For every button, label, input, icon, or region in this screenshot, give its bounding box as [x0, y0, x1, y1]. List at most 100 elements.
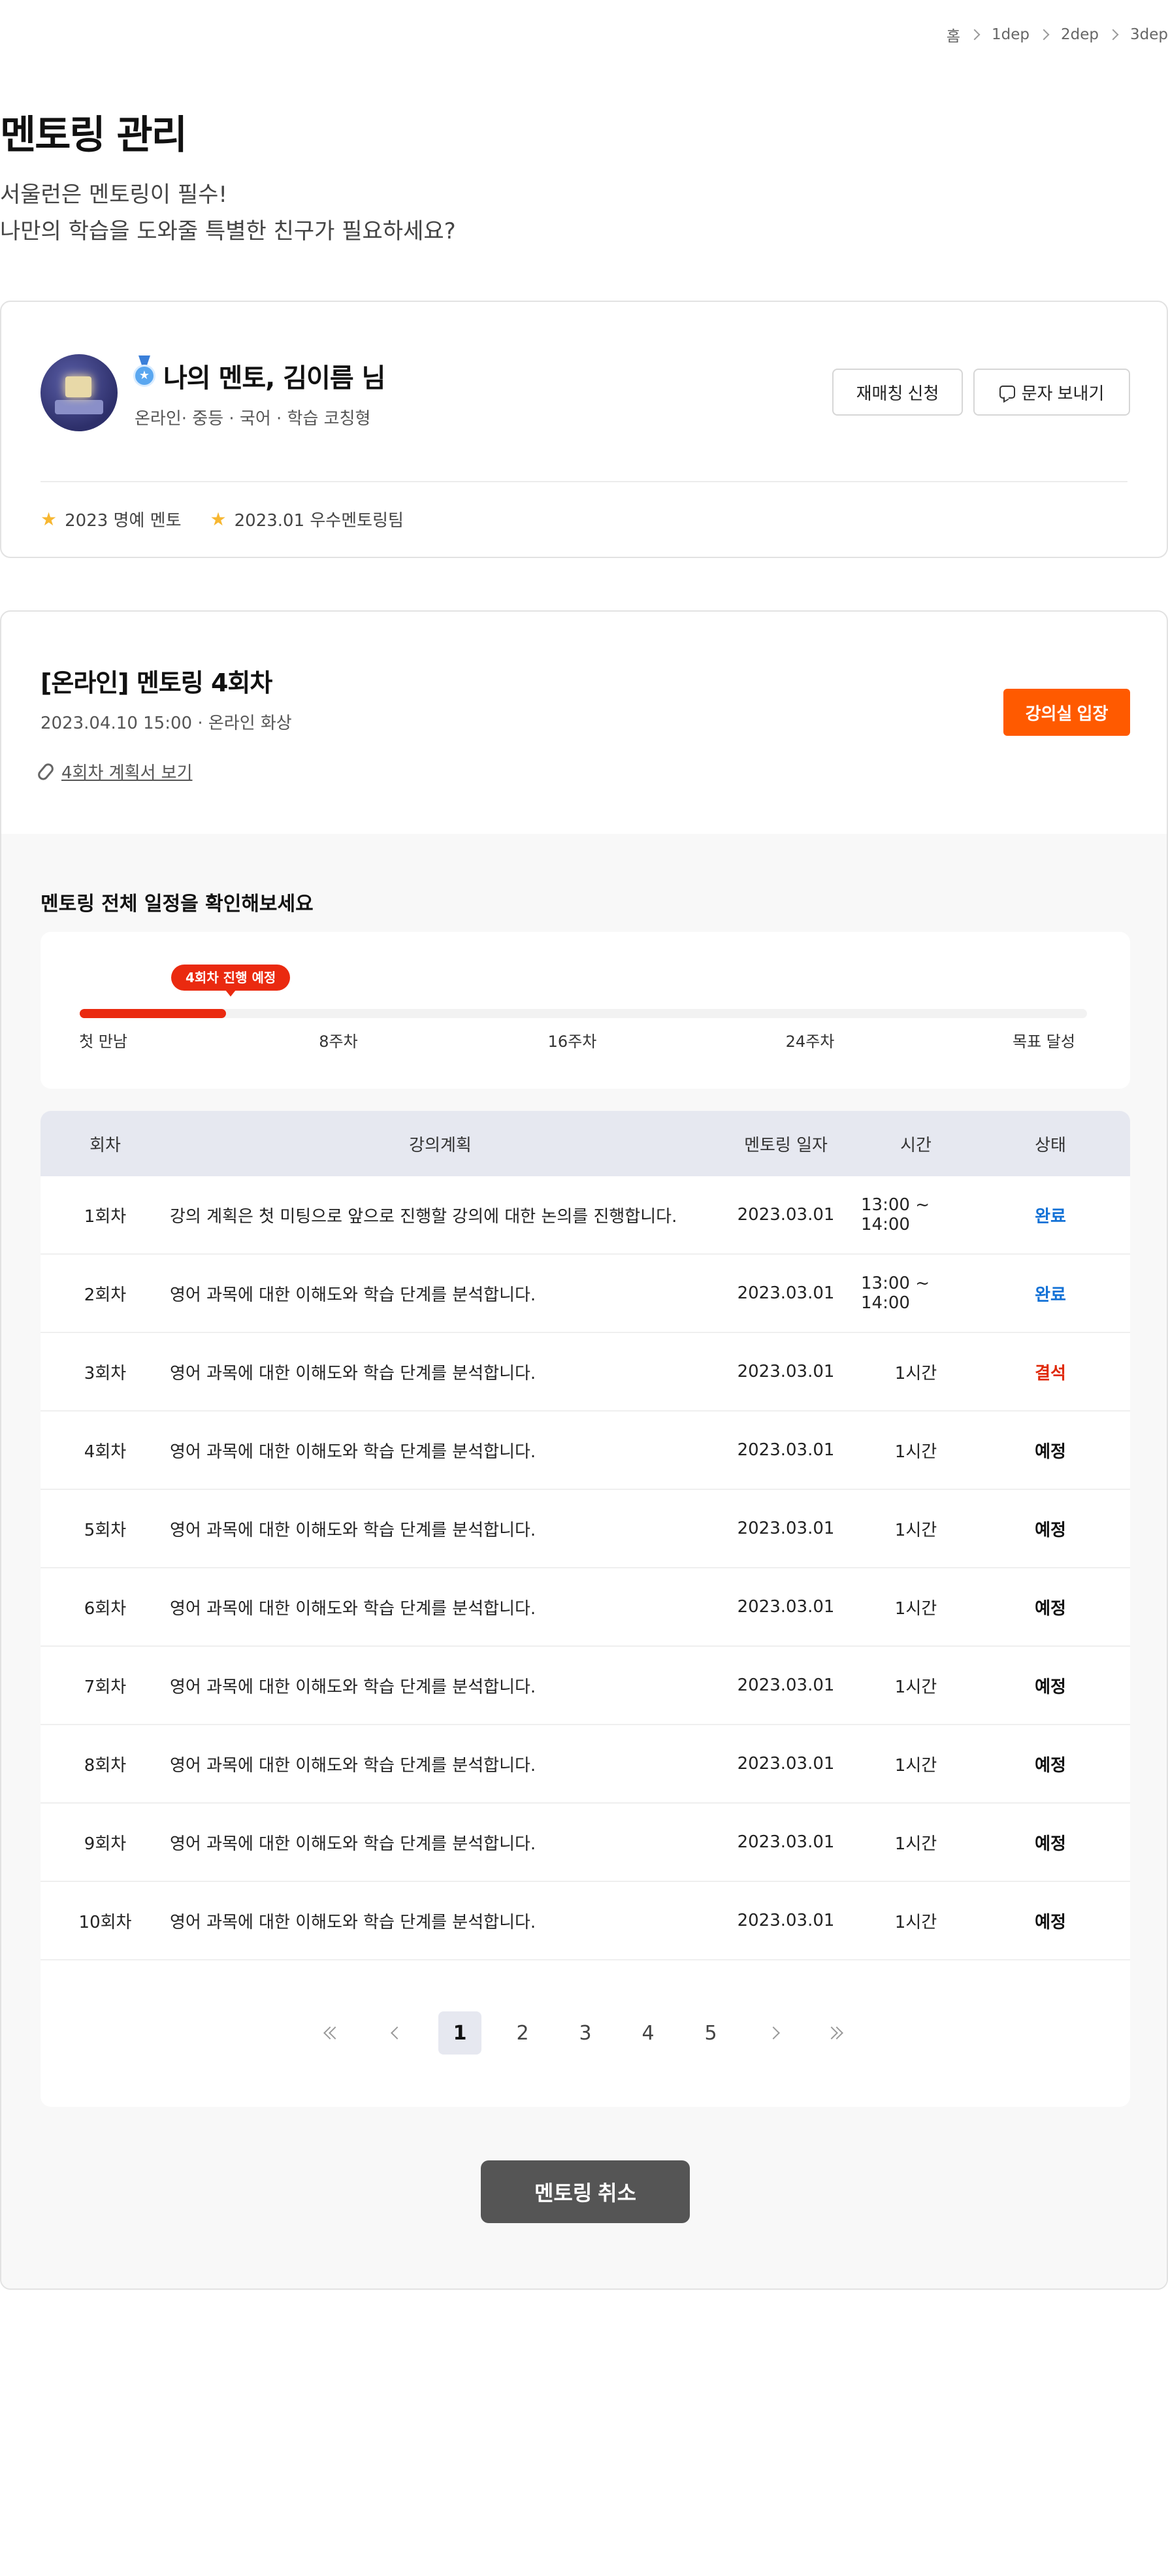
header-round: 회차 [89, 1135, 121, 1155]
breadcrumb-2dep[interactable]: 2dep [1061, 26, 1099, 43]
medal-icon: ★ [132, 355, 157, 388]
time-cell: 1시간 [894, 1442, 937, 1462]
chevron-right-icon [767, 2026, 780, 2039]
progress-track [80, 1009, 1087, 1018]
session-meta: 2023.04.10 15:00 · 온라인 화상 [41, 714, 292, 733]
page-5[interactable]: 5 [689, 2011, 732, 2055]
session-plan-link[interactable]: 4회차 계획서 보기 [35, 759, 193, 784]
plan-cell: 영어 과목에 대한 이해도와 학습 단계를 분석합니다. [170, 1912, 536, 1932]
plan-cell: 영어 과목에 대한 이해도와 학습 단계를 분석합니다. [170, 1598, 536, 1619]
badge-excellent-team: ★ 2023.01 우수멘토링팀 [210, 507, 404, 531]
round-cell: 6회차 [84, 1598, 127, 1619]
header-status: 상태 [1035, 1135, 1066, 1155]
schedule-progress: 4회차 진행 예정 첫 만남 8주차 16주차 24주차 목표 달성 [41, 932, 1130, 1089]
date-cell: 2023.03.01 [737, 1205, 835, 1225]
milestone-week-8: 8주차 [319, 1032, 358, 1051]
plan-cell: 영어 과목에 대한 이해도와 학습 단계를 분석합니다. [170, 1755, 536, 1775]
table-row: 1회차 강의 계획은 첫 미팅으로 앞으로 진행할 강의에 대한 논의를 진행합니… [41, 1176, 1130, 1255]
table-row: 8회차 영어 과목에 대한 이해도와 학습 단계를 분석합니다. 2023.03.0… [41, 1725, 1130, 1804]
paperclip-icon [35, 761, 56, 782]
round-cell: 5회차 [84, 1520, 127, 1540]
round-cell: 9회차 [84, 1834, 127, 1854]
round-cell: 1회차 [84, 1206, 127, 1227]
last-page-button[interactable] [815, 2011, 858, 2055]
table-row: 5회차 영어 과목에 대한 이해도와 학습 단계를 분석합니다. 2023.03.0… [41, 1490, 1130, 1568]
status-cell: 예정 [1035, 1755, 1066, 1775]
first-page-button[interactable] [313, 2011, 356, 2055]
plan-cell: 영어 과목에 대한 이해도와 학습 단계를 분석합니다. [170, 1834, 536, 1854]
date-cell: 2023.03.01 [737, 1362, 835, 1381]
plan-cell: 영어 과목에 대한 이해도와 학습 단계를 분석합니다. [170, 1442, 536, 1462]
rematch-button[interactable]: 재매칭 신청 [832, 369, 963, 416]
table-body: 1회차 강의 계획은 첫 미팅으로 앞으로 진행할 강의에 대한 논의를 진행합니… [41, 1176, 1130, 1960]
time-cell: 1시간 [894, 1598, 937, 1619]
header-date: 멘토링 일자 [744, 1135, 828, 1155]
status-cell: 예정 [1035, 1834, 1066, 1854]
table-header: 회차 강의계획 멘토링 일자 시간 상태 [41, 1111, 1130, 1176]
badge-label: 2023.01 우수멘토링팀 [234, 511, 404, 531]
round-cell: 7회차 [84, 1677, 127, 1697]
header-plan: 강의계획 [409, 1135, 472, 1155]
chevron-right-icon [1038, 29, 1050, 41]
time-cell: 1시간 [894, 1755, 937, 1775]
progress-status-pill: 4회차 진행 예정 [171, 965, 291, 997]
status-cell: 예정 [1035, 1442, 1066, 1462]
cancel-mentoring-button[interactable]: 멘토링 취소 [481, 2160, 690, 2223]
page-4[interactable]: 4 [626, 2011, 670, 2055]
star-icon: ★ [210, 508, 227, 530]
prev-page-button[interactable] [376, 2011, 419, 2055]
time-cell: 1시간 [894, 1834, 937, 1854]
page-1[interactable]: 1 [438, 2011, 481, 2055]
round-cell: 8회차 [84, 1755, 127, 1775]
header-time: 시간 [900, 1135, 932, 1155]
status-cell: 결석 [1035, 1363, 1066, 1383]
mentor-badges: ★ 2023 명예 멘토 ★ 2023.01 우수멘토링팀 [41, 507, 404, 531]
session-plan-label: 4회차 계획서 보기 [61, 763, 193, 783]
status-cell: 완료 [1035, 1285, 1066, 1305]
breadcrumb: 홈 1dep 2dep 3dep [947, 24, 1168, 46]
date-cell: 2023.03.01 [737, 1519, 835, 1538]
table-row: 10회차 영어 과목에 대한 이해도와 학습 단계를 분석합니다. 2023.03.… [41, 1882, 1130, 1960]
date-cell: 2023.03.01 [737, 1676, 835, 1695]
date-cell: 2023.03.01 [737, 1283, 835, 1303]
enter-classroom-button[interactable]: 강의실 입장 [1003, 689, 1130, 736]
status-cell: 예정 [1035, 1520, 1066, 1540]
time-cell: 1시간 [894, 1363, 937, 1383]
page-2[interactable]: 2 [501, 2011, 544, 2055]
send-message-button[interactable]: 문자 보내기 [973, 369, 1130, 416]
date-cell: 2023.03.01 [737, 1597, 835, 1617]
pagination: 1 2 3 4 5 [41, 2011, 1130, 2055]
table-row: 6회차 영어 과목에 대한 이해도와 학습 단계를 분석합니다. 2023.03.0… [41, 1568, 1130, 1647]
status-cell: 예정 [1035, 1598, 1066, 1619]
plan-cell: 영어 과목에 대한 이해도와 학습 단계를 분석합니다. [170, 1677, 536, 1697]
progress-fill [80, 1009, 226, 1018]
round-cell: 10회차 [78, 1912, 132, 1932]
breadcrumb-1dep[interactable]: 1dep [992, 26, 1030, 43]
milestone-first-meeting: 첫 만남 [79, 1032, 127, 1051]
date-cell: 2023.03.01 [737, 1832, 835, 1852]
page-title: 멘토링 관리 [0, 112, 187, 158]
time-cell: 1시간 [894, 1677, 937, 1697]
next-page-button[interactable] [752, 2011, 795, 2055]
time-cell: 13:00 ~ 14:00 [861, 1195, 930, 1234]
table-row: 3회차 영어 과목에 대한 이해도와 학습 단계를 분석합니다. 2023.03.0… [41, 1333, 1130, 1412]
table-row: 4회차 영어 과목에 대한 이해도와 학습 단계를 분석합니다. 2023.03.0… [41, 1412, 1130, 1490]
date-cell: 2023.03.01 [737, 1440, 835, 1460]
mentor-card: ★ 나의 멘토, 김이름 님 온라인· 중등 · 국어 · 학습 코칭형 재매칭… [0, 301, 1168, 558]
mentor-name: 나의 멘토, 김이름 님 [163, 363, 385, 393]
intro-line-1: 서울런은 멘토링이 필수! [0, 182, 228, 208]
page-3[interactable]: 3 [564, 2011, 607, 2055]
mentor-tags: 온라인· 중등 · 국어 · 학습 코칭형 [135, 409, 371, 429]
round-cell: 4회차 [84, 1442, 127, 1462]
plan-cell: 영어 과목에 대한 이해도와 학습 단계를 분석합니다. [170, 1363, 536, 1383]
breadcrumb-3dep[interactable]: 3dep [1130, 26, 1168, 43]
status-cell: 완료 [1035, 1206, 1066, 1227]
avatar [41, 354, 118, 431]
status-cell: 예정 [1035, 1912, 1066, 1932]
status-cell: 예정 [1035, 1677, 1066, 1697]
schedule-table: 회차 강의계획 멘토링 일자 시간 상태 1회차 강의 계획은 첫 미팅으로 앞으… [41, 1111, 1130, 2107]
time-cell: 13:00 ~ 14:00 [861, 1274, 930, 1313]
time-cell: 1시간 [894, 1520, 937, 1540]
breadcrumb-home[interactable]: 홈 [947, 24, 960, 46]
table-row: 7회차 영어 과목에 대한 이해도와 학습 단계를 분석합니다. 2023.03.0… [41, 1647, 1130, 1725]
